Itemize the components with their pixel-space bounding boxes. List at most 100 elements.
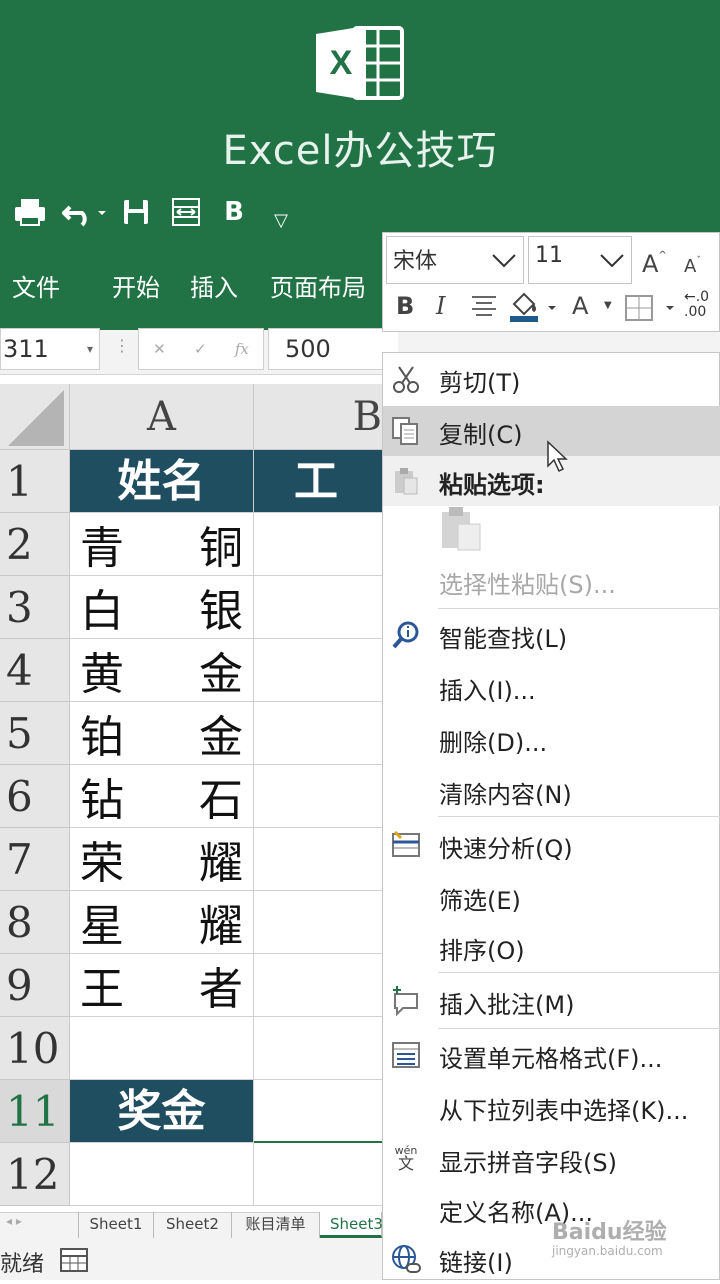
cell-b[interactable] [254, 513, 382, 576]
font-size-select[interactable]: 11 [528, 236, 632, 284]
cell-a[interactable] [70, 1143, 254, 1206]
mouse-cursor-icon [546, 440, 570, 478]
select-all-corner[interactable] [0, 384, 70, 450]
cell-a[interactable]: 王者 [70, 954, 254, 1017]
cell-b[interactable] [254, 639, 382, 702]
cell-a[interactable]: 钻石 [70, 765, 254, 828]
cell-a[interactable] [70, 1017, 254, 1080]
menu-item[interactable]: 清除内容(N) [383, 766, 720, 816]
borders-icon[interactable] [624, 294, 680, 322]
row-header[interactable]: 8 [0, 891, 70, 954]
italic-button[interactable]: I [436, 292, 445, 320]
cell-b[interactable] [254, 765, 382, 828]
cell-b[interactable] [254, 1143, 382, 1206]
chevron-down-icon[interactable]: ▾ [87, 329, 93, 369]
cell-text: 黄 [80, 649, 124, 700]
cell-text: 青 [80, 523, 124, 574]
column-header-a[interactable]: A [70, 384, 254, 450]
shrink-font-button[interactable]: Aˇ [684, 256, 701, 277]
paste-option-icon[interactable] [440, 506, 484, 556]
row-header[interactable]: 7 [0, 828, 70, 891]
name-box-value: 311 [3, 335, 49, 363]
cell-b[interactable] [254, 1017, 382, 1080]
cell-a[interactable]: 青铜 [70, 513, 254, 576]
menu-item-label: 粘贴选项: [439, 471, 545, 499]
print-preview-icon[interactable] [10, 192, 50, 232]
undo-icon[interactable] [60, 192, 110, 232]
row-header[interactable]: 3 [0, 576, 70, 639]
enter-icon[interactable]: ✓ [194, 340, 207, 358]
font-name-select[interactable]: 宋体 [386, 236, 524, 284]
cell-a[interactable]: 白银 [70, 576, 254, 639]
row-header[interactable]: 1 [0, 450, 70, 513]
cell-text: 耀 [199, 838, 243, 889]
cell-a[interactable]: 奖金 [70, 1080, 254, 1143]
merge-center-icon[interactable] [166, 192, 206, 232]
menu-item[interactable]: 从下拉列表中选择(K)... [383, 1082, 720, 1132]
fill-color-icon[interactable] [506, 290, 560, 324]
menu-item-label: 快速分析(Q) [439, 835, 573, 863]
tab-insert[interactable]: 插入 [190, 268, 238, 303]
row-header[interactable]: 10 [0, 1017, 70, 1080]
row-header[interactable]: 12 [0, 1143, 70, 1206]
chevron-down-icon [492, 254, 516, 268]
menu-item[interactable]: 插入批注(M) [383, 976, 720, 1026]
normal-view-icon[interactable] [60, 1248, 88, 1272]
decimal-top-label: ←.0 [684, 289, 710, 305]
cell-a[interactable]: 铂金 [70, 702, 254, 765]
cell-b[interactable] [254, 954, 382, 1017]
row-header[interactable]: 4 [0, 639, 70, 702]
cell-b[interactable]: 工 [254, 450, 382, 513]
customize-qat-icon[interactable]: ▽ [266, 200, 296, 240]
font-color-dropdown-icon[interactable]: ▼ [604, 300, 612, 311]
tab-page-layout[interactable]: 页面布局 [270, 268, 366, 303]
row-header[interactable]: 5 [0, 702, 70, 765]
row-header[interactable]: 11 [0, 1080, 70, 1143]
tab-home[interactable]: 开始 [112, 268, 160, 303]
sheet-tab-1[interactable]: Sheet1 [78, 1212, 154, 1238]
save-icon[interactable] [118, 192, 154, 232]
insert-function-icon[interactable]: fx [235, 340, 249, 358]
menu-item[interactable]: 选择性粘贴(S)... [383, 556, 720, 606]
menu-item[interactable]: 插入(I)... [383, 662, 720, 712]
cell-b[interactable] [254, 702, 382, 765]
name-box[interactable]: 311 ▾ [0, 328, 100, 370]
cell-text: 银 [199, 586, 243, 637]
menu-item[interactable]: 设置单元格格式(F)... [383, 1030, 720, 1080]
cell-a[interactable]: 星耀 [70, 891, 254, 954]
sheet-tab-4[interactable]: Sheet3 [320, 1212, 383, 1238]
menu-item[interactable]: 智能查找(L) [383, 610, 720, 660]
tab-file[interactable]: 文件 [12, 268, 60, 303]
cell-b[interactable] [254, 576, 382, 639]
menu-item-label: 删除(D)... [439, 729, 548, 757]
decrease-decimal-button[interactable]: ←.0.00 [684, 290, 709, 320]
cell-a[interactable]: 姓名 [70, 450, 254, 513]
cell-b[interactable] [254, 891, 382, 954]
menu-item[interactable]: 筛选(E) [383, 872, 720, 922]
menu-item[interactable]: 剪切(T) [383, 354, 720, 404]
cell-b[interactable] [254, 828, 382, 891]
formula-input[interactable]: 500 [268, 328, 398, 370]
row-header[interactable]: 2 [0, 513, 70, 576]
column-header-b[interactable]: B [254, 384, 382, 450]
menu-item[interactable]: 删除(D)... [383, 714, 720, 764]
cancel-icon[interactable]: ✕ [153, 340, 166, 358]
row-header[interactable]: 6 [0, 765, 70, 828]
grow-font-button[interactable]: A^ [642, 250, 667, 278]
sheet-tab-3[interactable]: 账目清单 [232, 1212, 320, 1238]
scroll-tabs-left-icon[interactable]: ◂ ▸ [6, 1214, 22, 1228]
font-color-button[interactable]: A [572, 292, 588, 320]
bold-button[interactable]: B [216, 192, 252, 232]
menu-item[interactable]: 快速分析(Q) [383, 820, 720, 870]
cell-b[interactable] [254, 1080, 382, 1143]
align-center-icon[interactable] [470, 294, 498, 320]
cell-a[interactable]: 荣耀 [70, 828, 254, 891]
cell-a[interactable]: 黄金 [70, 639, 254, 702]
sheet-tab-2[interactable]: Sheet2 [154, 1212, 232, 1238]
bold-toolbar-button[interactable]: B [396, 292, 414, 320]
row-header[interactable]: 9 [0, 954, 70, 1017]
menu-item[interactable]: wén 文显示拼音字段(S) [383, 1134, 720, 1184]
menu-item[interactable]: 排序(O) [383, 922, 720, 972]
menu-separator [438, 972, 720, 973]
cell-text: 姓名 [117, 456, 206, 507]
